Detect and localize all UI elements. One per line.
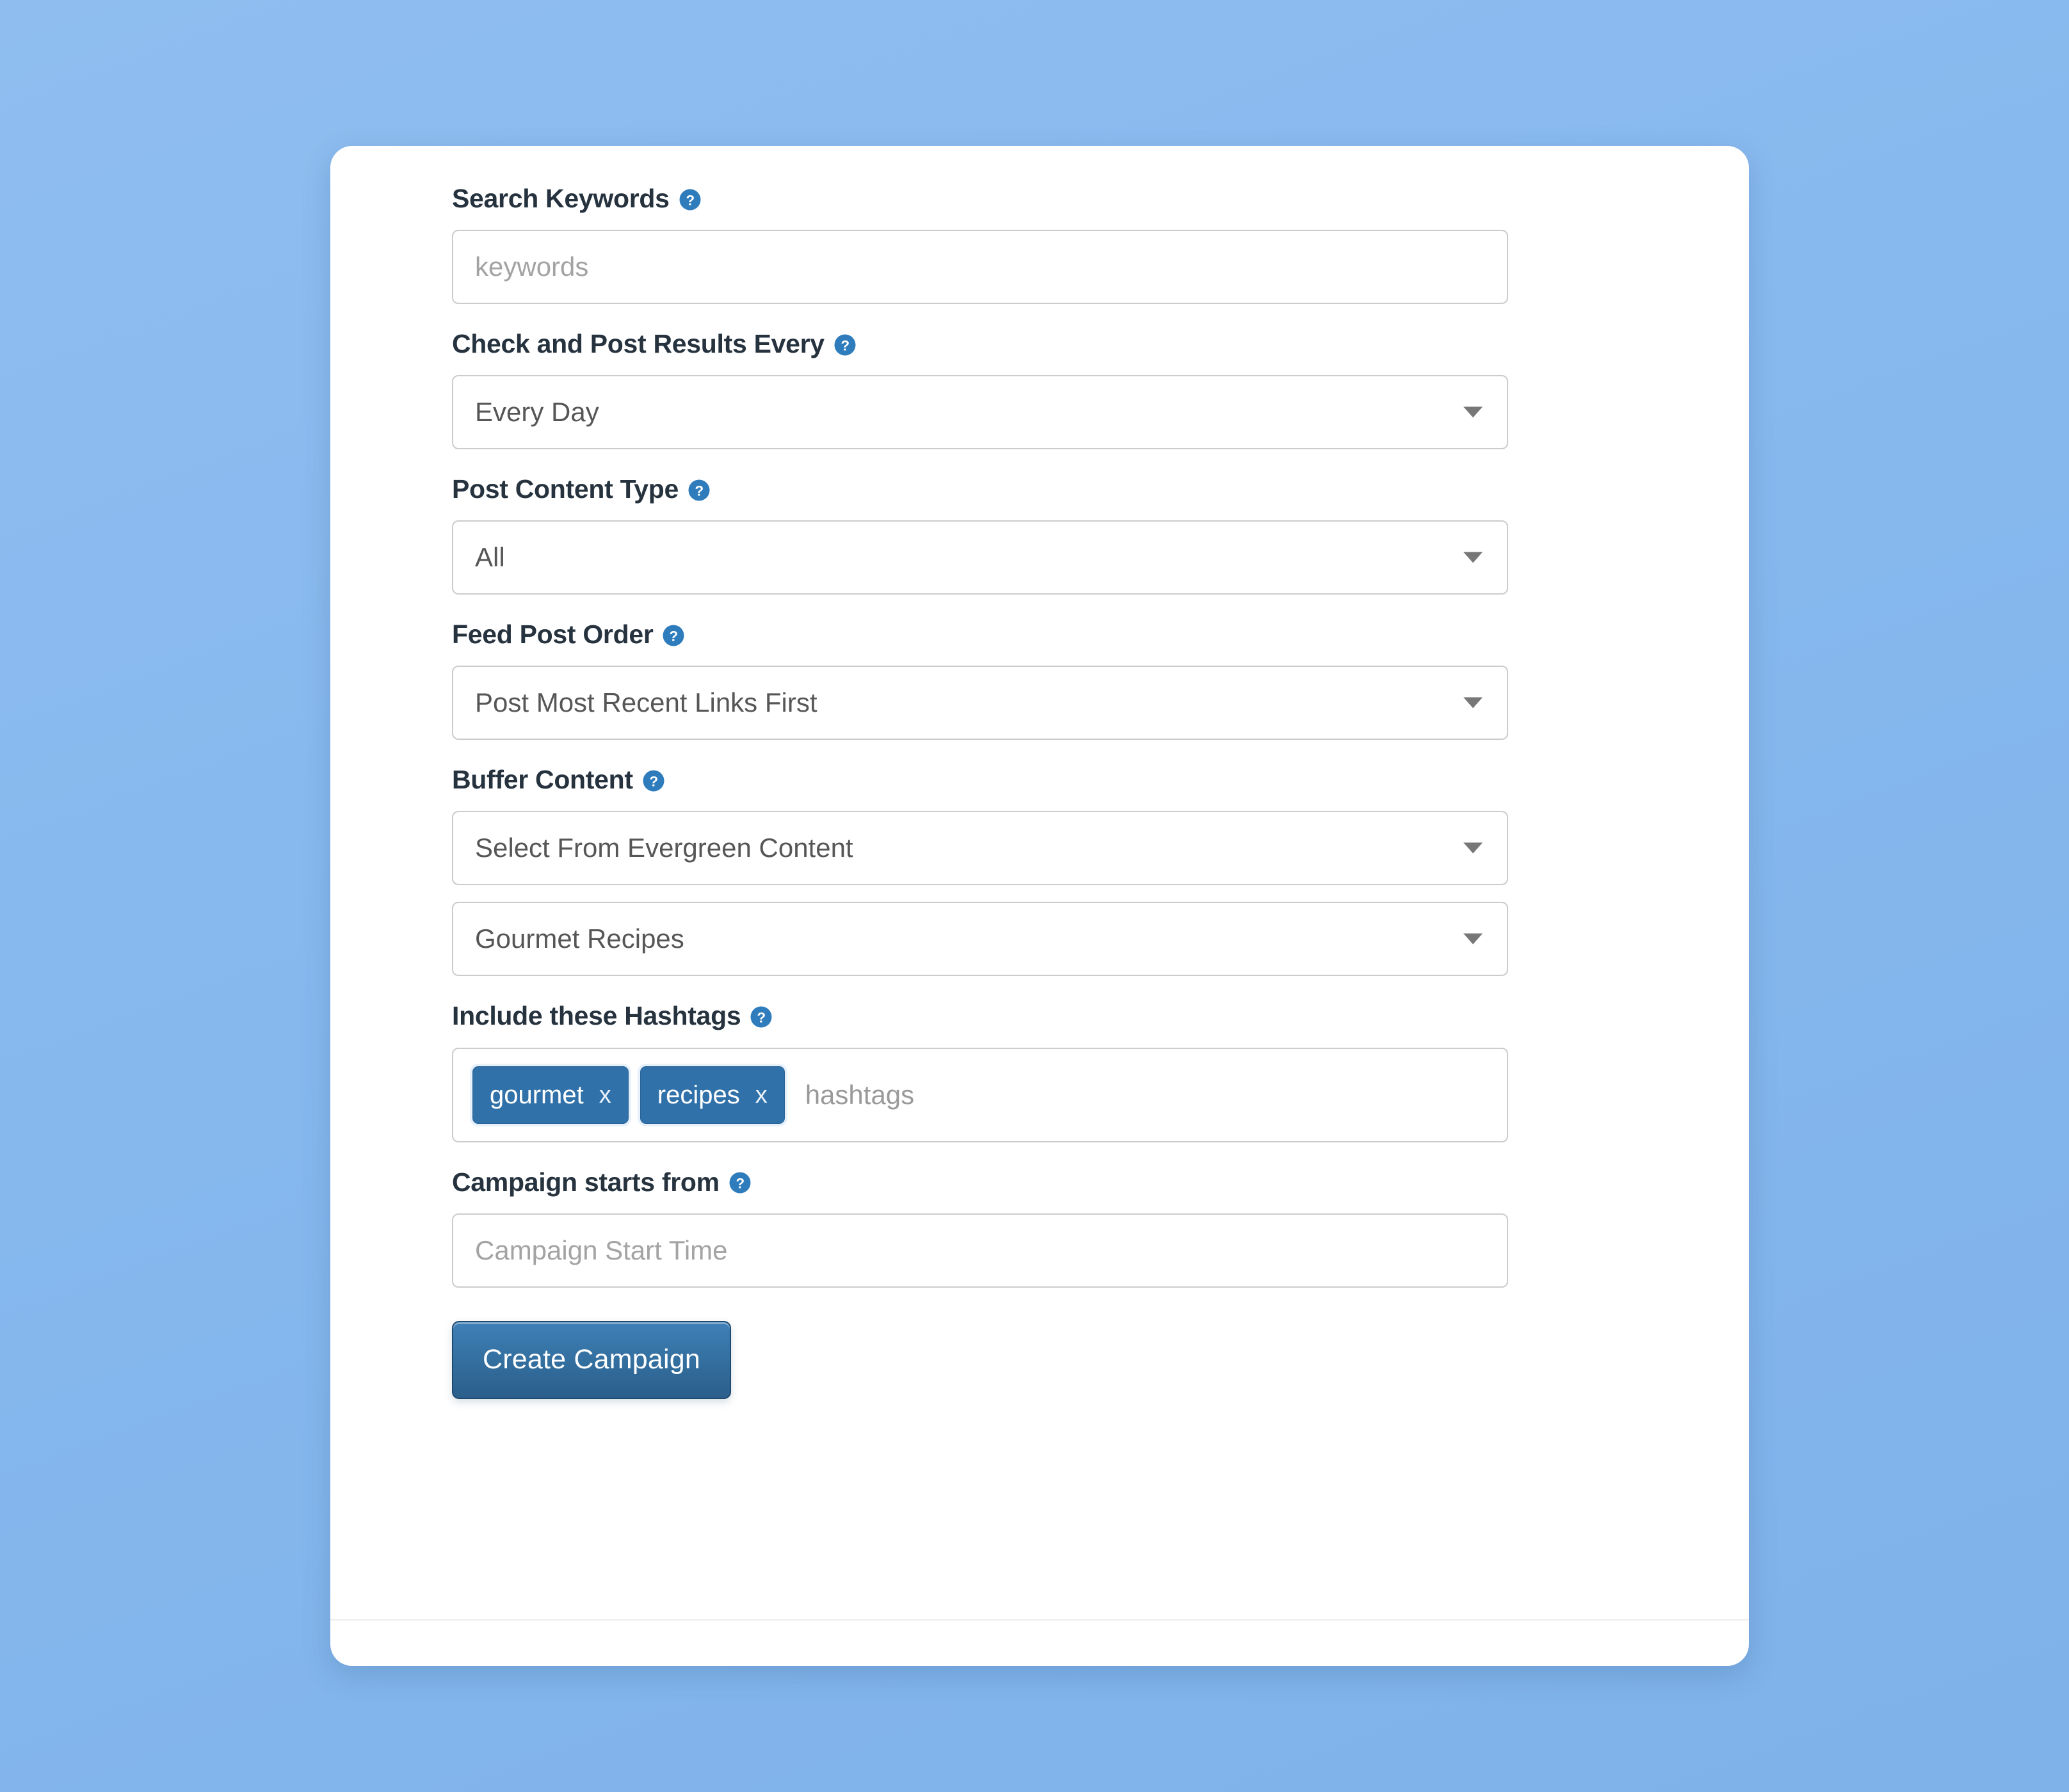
create-campaign-button[interactable]: Create Campaign [452,1320,732,1399]
question-circle-icon[interactable]: ? [729,1171,752,1194]
label-buffer-content: Buffer Content ? [452,765,1527,794]
buffer-content-collection-select[interactable]: Gourmet Recipes [452,902,1508,977]
field-group-include-these-hashtags: Include these Hashtags ? gourmet x recip… [452,1002,1527,1142]
label-check-and-post-results-every: Check and Post Results Every ? [452,329,1527,359]
label-campaign-starts-from: Campaign starts from ? [452,1167,1527,1197]
label-text-buffer-content: Buffer Content [452,765,633,795]
label-text-check-and-post-results-every: Check and Post Results Every [452,329,825,359]
label-text-search-keywords: Search Keywords [452,184,670,213]
hashtag-tag-label: gourmet [490,1080,584,1109]
remove-icon[interactable]: x [755,1083,768,1107]
chevron-down-icon [1463,933,1483,945]
buffer-content-collection-value: Gourmet Recipes [475,924,684,954]
svg-text:?: ? [736,1175,744,1191]
svg-text:?: ? [649,773,657,789]
field-group-feed-post-order: Feed Post Order ? Post Most Recent Links… [452,620,1527,740]
campaign-start-time-placeholder: Campaign Start Time [475,1235,728,1265]
label-post-content-type: Post Content Type ? [452,475,1527,504]
hashtag-tag[interactable]: gourmet x [472,1066,629,1124]
chevron-down-icon [1463,697,1483,708]
buffer-content-source-value: Select From Evergreen Content [475,833,853,863]
post-content-type-value: All [475,542,505,573]
chevron-down-icon [1463,552,1483,563]
svg-text:?: ? [695,483,703,499]
feed-post-order-value: Post Most Recent Links First [475,687,817,718]
question-circle-icon[interactable]: ? [833,333,857,356]
label-text-post-content-type: Post Content Type [452,474,679,504]
field-group-post-content-type: Post Content Type ? All [452,475,1527,595]
feed-post-order-select[interactable]: Post Most Recent Links First [452,666,1508,740]
question-circle-icon[interactable]: ? [750,1005,773,1028]
question-circle-icon[interactable]: ? [679,188,702,211]
chevron-down-icon [1463,406,1483,418]
label-search-keywords: Search Keywords ? [452,184,1527,213]
field-group-check-and-post-results-every: Check and Post Results Every ? Every Day [452,329,1527,450]
remove-icon[interactable]: x [599,1083,611,1107]
svg-text:?: ? [757,1009,766,1025]
search-keywords-input[interactable]: keywords [452,230,1508,305]
card-footer-divider [330,1619,1749,1620]
hashtags-input[interactable]: gourmet x recipes x hashtags [452,1047,1508,1142]
create-campaign-card: Search Keywords ? keywords Check and Pos… [330,146,1749,1666]
svg-text:?: ? [841,337,849,353]
create-campaign-form: Search Keywords ? keywords Check and Pos… [452,184,1527,1399]
label-text-feed-post-order: Feed Post Order [452,620,654,650]
search-keywords-placeholder: keywords [475,252,589,282]
question-circle-icon[interactable]: ? [662,624,685,647]
field-group-search-keywords: Search Keywords ? keywords [452,184,1527,305]
hashtag-tag-label: recipes [657,1080,740,1109]
label-feed-post-order: Feed Post Order ? [452,620,1527,649]
campaign-start-time-input[interactable]: Campaign Start Time [452,1213,1508,1288]
field-group-buffer-content: Buffer Content ? Select From Evergreen C… [452,765,1527,977]
chevron-down-icon [1463,842,1483,854]
post-content-type-select[interactable]: All [452,520,1508,595]
hashtag-tag[interactable]: recipes x [640,1066,785,1124]
label-include-these-hashtags: Include these Hashtags ? [452,1002,1527,1030]
question-circle-icon[interactable]: ? [688,479,711,502]
check-and-post-results-every-value: Every Day [475,397,599,428]
check-and-post-results-every-select[interactable]: Every Day [452,375,1508,450]
hashtags-placeholder: hashtags [805,1079,915,1110]
field-group-campaign-starts-from: Campaign starts from ? Campaign Start Ti… [452,1167,1527,1288]
label-text-campaign-starts-from: Campaign starts from [452,1167,720,1197]
question-circle-icon[interactable]: ? [642,769,665,792]
buffer-content-source-select[interactable]: Select From Evergreen Content [452,811,1508,886]
label-text-include-these-hashtags: Include these Hashtags [452,1001,741,1031]
svg-text:?: ? [670,628,678,644]
svg-text:?: ? [686,192,694,208]
